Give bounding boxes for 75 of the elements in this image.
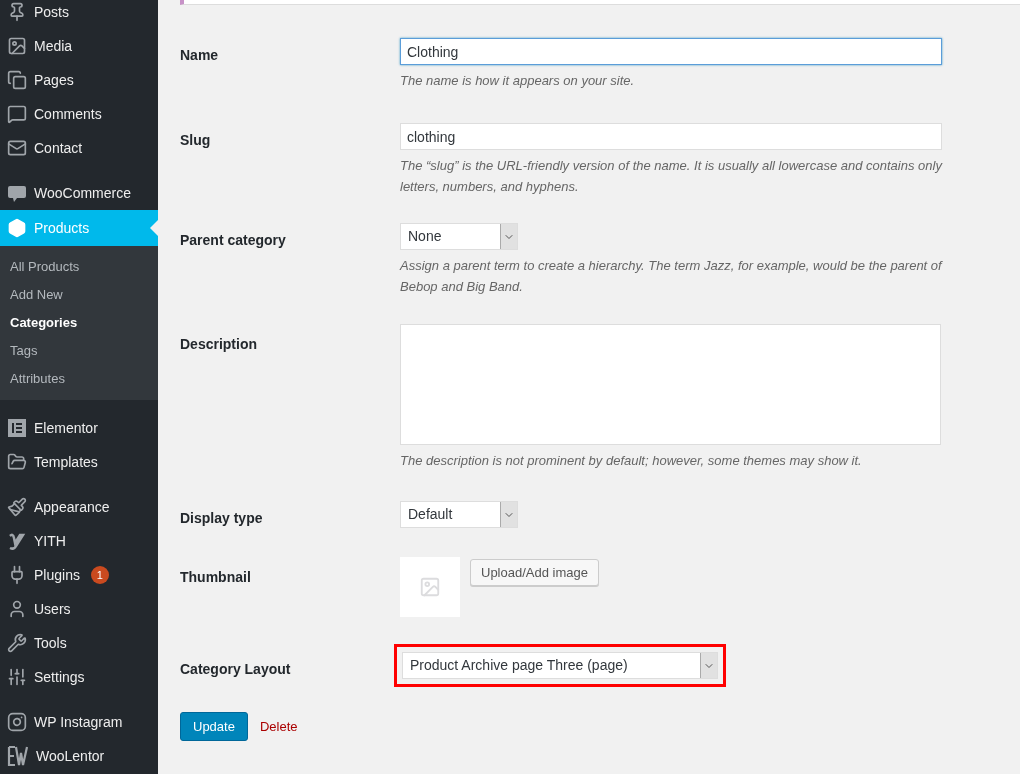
menu-item[interactable]: Tools	[0, 626, 158, 660]
paintbrush-icon	[7, 497, 27, 517]
help-text: The name is how it appears on your site.	[400, 72, 636, 90]
menu-item[interactable]: Pages	[0, 63, 158, 97]
menu-item[interactable]: Settings	[0, 660, 158, 694]
menu-item[interactable]: Templates	[0, 445, 158, 479]
menu-label: Templates	[34, 452, 98, 472]
text-field[interactable]: clothing	[400, 123, 942, 150]
menu-label: Contact	[34, 138, 83, 158]
field-label: Slug	[180, 132, 211, 148]
select-dropdown[interactable]: Product Archive page Three (page)	[402, 652, 718, 679]
menu-label: Users	[34, 599, 71, 619]
menu-item[interactable]: Comments	[0, 97, 158, 131]
sliders-icon	[7, 667, 27, 687]
submenu-item[interactable]: All Products	[0, 253, 158, 281]
description-textarea[interactable]	[400, 324, 941, 445]
menu-label: Posts	[34, 2, 69, 22]
menu-item[interactable]: WP Instagram	[0, 705, 158, 739]
wrench-icon	[7, 633, 27, 653]
pages-icon	[7, 70, 27, 90]
menu-label: Comments	[34, 104, 102, 124]
menu-label: YITH	[34, 531, 66, 551]
menu-item[interactable]: YITH	[0, 524, 158, 558]
image-icon	[419, 576, 441, 598]
menu-item[interactable]: Plugins 1	[0, 558, 158, 592]
field-label: Thumbnail	[180, 569, 251, 585]
update-count-badge: 1	[90, 566, 109, 584]
speech-bubble-icon	[7, 104, 27, 124]
help-text: The description is not prominent by default; however, some themes may show it.	[400, 452, 863, 470]
menu-label: Elementor	[34, 418, 98, 438]
field-label: Display type	[180, 510, 263, 526]
menu-label: WP Instagram	[34, 712, 123, 732]
menu-label: Settings	[34, 667, 85, 687]
menu-label: WooLentor	[36, 746, 105, 766]
menu-item[interactable]: WooLentor	[0, 739, 158, 773]
delete-link[interactable]: Delete	[259, 716, 298, 737]
menu-label: Plugins	[34, 565, 80, 585]
field-label: Category Layout	[180, 661, 291, 677]
media-icon	[7, 36, 27, 56]
field-label: Name	[180, 47, 219, 63]
camera-icon	[7, 712, 27, 732]
elementor-icon	[7, 418, 27, 438]
menu-label: Media	[34, 36, 73, 56]
select-dropdown[interactable]: None	[400, 223, 518, 250]
menu-label: WooCommerce	[34, 183, 131, 203]
text-field[interactable]: Clothing	[400, 38, 942, 65]
submenu-item[interactable]: Categories	[0, 309, 158, 337]
user-icon	[7, 599, 27, 619]
help-text: The “slug” is the URL-friendly version of the name. It is usually all lowercase and contains only letters, numbers, and hyphens.	[400, 157, 944, 196]
menu-item[interactable]: Elementor	[0, 411, 158, 445]
current-pointer-icon	[150, 220, 158, 236]
menu-label: Appearance	[34, 497, 110, 517]
pin-icon	[7, 2, 27, 22]
select-dropdown[interactable]: Default	[400, 501, 518, 528]
menu-item[interactable]: Contact	[0, 131, 158, 165]
menu-item[interactable]: WooCommerce	[0, 176, 158, 210]
y-letter-icon	[7, 531, 27, 551]
menu-item[interactable]: Posts	[0, 0, 158, 29]
menu-item[interactable]: Media	[0, 29, 158, 63]
folder-icon	[7, 452, 27, 472]
help-text: Assign a parent term to create a hierarchy. The term Jazz, for example, would be the parent of Bebop and Big Band.	[400, 257, 944, 296]
envelope-icon	[7, 138, 27, 158]
menu-label: Tools	[34, 633, 67, 653]
update-button[interactable]: Update	[180, 712, 248, 741]
submenu-item[interactable]: Tags	[0, 337, 158, 365]
menu-item[interactable]: Appearance	[0, 490, 158, 524]
menu-label: Products	[34, 218, 90, 238]
submenu-item[interactable]: Attributes	[0, 365, 158, 393]
upload-image-button[interactable]: Upload/Add image	[470, 559, 599, 586]
menu-label: Pages	[34, 70, 74, 90]
field-label: Parent category	[180, 232, 286, 248]
menu-item[interactable]: Users	[0, 592, 158, 626]
submenu-item[interactable]: Add New	[0, 281, 158, 309]
ew-logo-icon	[7, 745, 29, 767]
field-label: Description	[180, 336, 257, 352]
